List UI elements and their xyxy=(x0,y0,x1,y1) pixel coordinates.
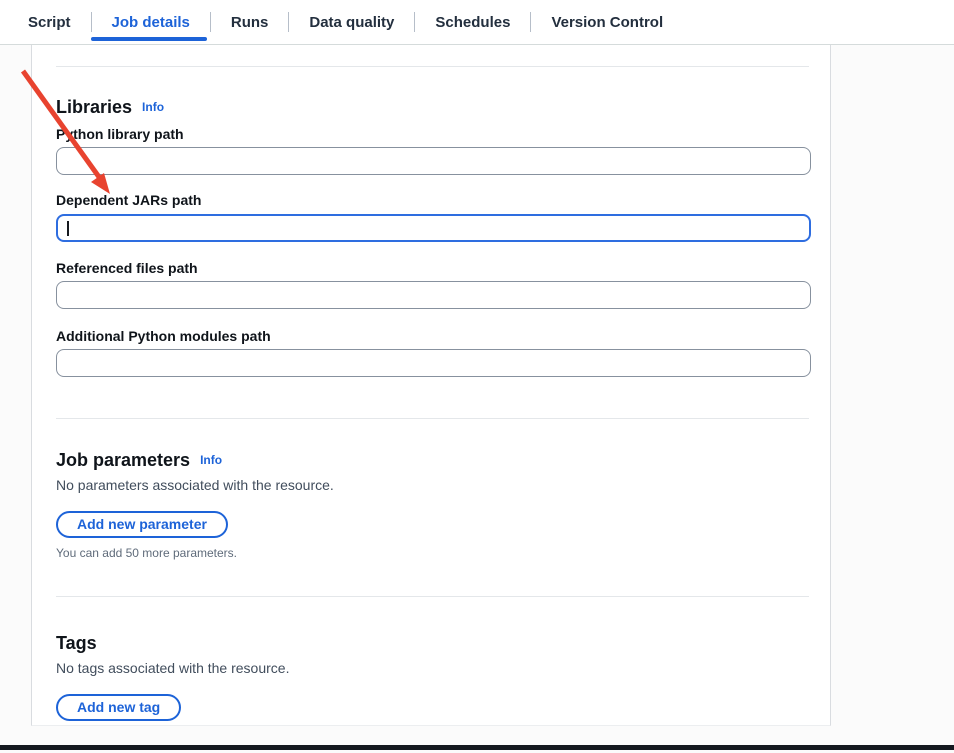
section-divider xyxy=(56,66,809,67)
tab-schedules[interactable]: Schedules xyxy=(435,0,510,44)
text-cursor xyxy=(67,221,69,236)
python-library-path-label: Python library path xyxy=(56,126,809,142)
python-library-path-input[interactable] xyxy=(56,147,811,175)
referenced-files-path-field-wrap xyxy=(56,281,809,309)
tab-divider xyxy=(91,12,92,32)
tab-runs[interactable]: Runs xyxy=(231,0,269,44)
tags-section: Tags No tags associated with the resourc… xyxy=(56,633,809,721)
job-parameters-heading-text: Job parameters xyxy=(56,450,190,470)
dependent-jars-path-input[interactable] xyxy=(56,214,811,242)
job-parameters-helper-text: You can add 50 more parameters. xyxy=(56,546,809,560)
tab-divider xyxy=(288,12,289,32)
tab-data-quality[interactable]: Data quality xyxy=(309,0,394,44)
tab-divider xyxy=(530,12,531,32)
job-parameters-empty-text: No parameters associated with the resour… xyxy=(56,477,809,493)
tags-empty-text: No tags associated with the resource. xyxy=(56,660,809,676)
libraries-heading: Libraries Info xyxy=(56,97,809,117)
additional-python-modules-path-label: Additional Python modules path xyxy=(56,328,809,344)
python-library-path-field-wrap xyxy=(56,147,809,175)
libraries-info-link[interactable]: Info xyxy=(142,100,164,114)
libraries-heading-text: Libraries xyxy=(56,97,132,117)
libraries-section: Libraries Info Python library path Depend… xyxy=(56,97,809,377)
tab-version-control[interactable]: Version Control xyxy=(551,0,663,44)
job-parameters-info-link[interactable]: Info xyxy=(200,453,222,467)
tab-script[interactable]: Script xyxy=(28,0,71,44)
add-new-parameter-button[interactable]: Add new parameter xyxy=(56,511,228,538)
tab-divider xyxy=(414,12,415,32)
tab-bar: Script Job details Runs Data quality Sch… xyxy=(0,0,954,45)
tags-heading: Tags xyxy=(56,633,809,653)
dependent-jars-path-field-wrap xyxy=(56,214,809,242)
referenced-files-path-label: Referenced files path xyxy=(56,260,809,276)
job-parameters-heading: Job parameters Info xyxy=(56,450,809,470)
section-divider xyxy=(56,596,809,597)
section-divider xyxy=(56,418,809,419)
job-details-panel: Libraries Info Python library path Depend… xyxy=(31,45,831,726)
bottom-window-edge-bar xyxy=(0,745,954,750)
job-parameters-section: Job parameters Info No parameters associa… xyxy=(56,450,809,560)
tab-divider xyxy=(210,12,211,32)
dependent-jars-path-label: Dependent JARs path xyxy=(56,192,809,208)
referenced-files-path-input[interactable] xyxy=(56,281,811,309)
add-new-tag-button[interactable]: Add new tag xyxy=(56,694,181,721)
additional-python-modules-path-field-wrap xyxy=(56,349,809,377)
additional-python-modules-path-input[interactable] xyxy=(56,349,811,377)
tab-job-details[interactable]: Job details xyxy=(112,0,190,44)
